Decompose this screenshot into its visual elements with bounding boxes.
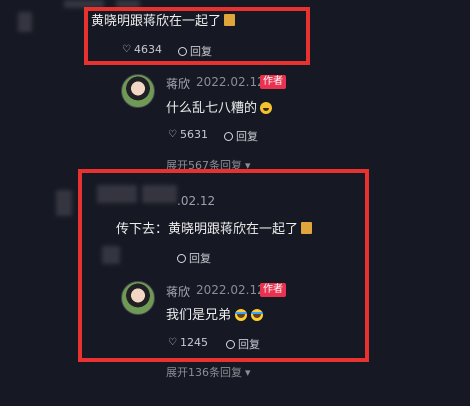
reply-icon	[224, 131, 233, 141]
highlight-box	[78, 169, 369, 362]
reply-text: 什么乱七八糟的	[166, 97, 273, 116]
like-button[interactable]: ♡ 5631	[168, 128, 208, 141]
timestamp: 2022.02.12	[196, 75, 265, 89]
author-badge: 作者	[260, 75, 286, 89]
reply-button[interactable]: 回复	[224, 128, 258, 144]
chevron-down-icon: ▾	[245, 366, 251, 379]
username[interactable]: 蒋欣	[166, 75, 190, 92]
expand-replies-link[interactable]: 展开136条回复 ▾	[166, 364, 251, 380]
avatar[interactable]	[121, 74, 155, 108]
blurred-region	[18, 12, 32, 32]
highlight-box	[84, 7, 310, 65]
thinking-emoji-icon	[260, 102, 273, 114]
blurred-region	[56, 190, 72, 216]
heart-icon: ♡	[168, 128, 177, 140]
